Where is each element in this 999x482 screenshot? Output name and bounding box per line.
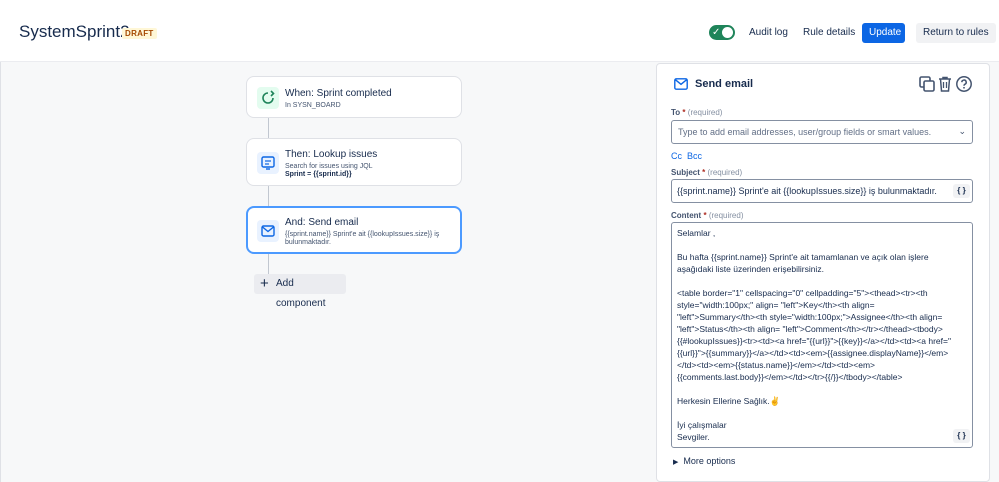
content-line: "left">Status</th><th align= "left">Comm…: [677, 324, 943, 334]
content-line: "left">Summary</th><th style="width:100p…: [677, 312, 943, 322]
content-line: <table border="1" cellspacing="0" cellpa…: [677, 288, 928, 298]
content-line: {{#lookupIssues}}<tr><td><a href="{{url}…: [677, 336, 951, 346]
content-body: Selamlar , Bu hafta {{sprint.name}} Sprin…: [677, 227, 953, 443]
node-subtitle: In SYSN_BOARD: [285, 102, 341, 109]
email-icon: [674, 78, 688, 90]
content-blank-line: [677, 239, 953, 251]
node-title: And: Send email: [285, 217, 359, 228]
connector-line: [268, 186, 269, 206]
cc-link[interactable]: Cc: [671, 151, 682, 161]
content-line: Herkesin Ellerine Sağlık.✌️: [677, 396, 781, 406]
content-blank-line: [677, 407, 953, 419]
toggle-knob: [722, 27, 733, 38]
content-label: Content * (required): [671, 211, 744, 220]
node-title: When: Sprint completed: [285, 88, 392, 99]
node-subtitle-2: bulunmaktadır.: [285, 239, 331, 246]
content-line: İyi çalışmalar: [677, 420, 727, 430]
rule-enabled-toggle[interactable]: ✓: [709, 25, 735, 40]
smart-values-button[interactable]: { }: [953, 429, 970, 443]
bcc-link[interactable]: Bcc: [687, 151, 702, 161]
content-line: Selamlar ,: [677, 228, 716, 238]
subject-field[interactable]: {{sprint.name}} Sprint'e ait {{lookupIss…: [671, 179, 973, 203]
content-blank-line: [677, 383, 953, 395]
chevron-down-icon[interactable]: ⌄: [958, 126, 966, 137]
lookup-issues-node[interactable]: Then: Lookup issues Search for issues us…: [246, 138, 462, 186]
audit-log-button[interactable]: Audit log: [742, 23, 795, 43]
duplicate-icon[interactable]: [918, 75, 936, 93]
content-line: {{url}}">{{summary}}</a></td><td><em>{{a…: [677, 348, 949, 358]
content-field[interactable]: Selamlar , Bu hafta {{sprint.name}} Sprin…: [671, 222, 973, 448]
content-line: {{comments.last.body}}</em></td></tr>{{/…: [677, 372, 903, 382]
email-icon: [257, 220, 279, 242]
to-field[interactable]: Type to add email addresses, user/group …: [671, 120, 973, 144]
rule-canvas: When: Sprint completed In SYSN_BOARD The…: [0, 62, 645, 482]
header: SystemSprint2 DRAFT ✓ Audit log Rule det…: [0, 0, 999, 62]
chevron-right-icon: ▶: [673, 459, 679, 466]
to-label: To * (required): [671, 108, 723, 117]
content-line: style="width:100px;" align= "left">Key</…: [677, 300, 875, 310]
node-title: Then: Lookup issues: [285, 149, 378, 160]
rule-title: SystemSprint2: [19, 22, 130, 41]
to-placeholder: Type to add email addresses, user/group …: [678, 127, 932, 137]
update-button[interactable]: Update: [862, 23, 905, 43]
add-component-label: Add component: [276, 278, 326, 309]
content-blank-line: [677, 275, 953, 287]
connector-line: [268, 254, 269, 274]
return-to-rules-button[interactable]: Return to rules: [916, 23, 996, 43]
trash-icon[interactable]: [936, 75, 954, 93]
node-jql: Sprint = {{sprint.id}}: [285, 171, 352, 178]
cc-bcc: Cc Bcc: [671, 151, 707, 161]
plus-icon: +: [260, 275, 269, 292]
trigger-icon: [257, 87, 279, 109]
add-component-button[interactable]: + Add component: [254, 274, 346, 309]
check-icon: ✓: [712, 27, 721, 38]
trigger-node[interactable]: When: Sprint completed In SYSN_BOARD: [246, 76, 462, 118]
send-email-node[interactable]: And: Send email {{sprint.name}} Sprint'e…: [246, 206, 462, 254]
content-line: Bu hafta {{sprint.name}} Sprint'e ait ta…: [677, 252, 929, 262]
rule-details-button[interactable]: Rule details: [796, 23, 862, 43]
draft-badge: DRAFT: [122, 28, 157, 39]
content-line: Sevgiler.: [677, 432, 710, 442]
more-options-toggle[interactable]: ▶ More options: [673, 456, 735, 466]
content-line: </td><td><em>{{status.name}}</em></td><t…: [677, 360, 876, 370]
subject-label: Subject * (required): [671, 168, 743, 177]
smart-values-button[interactable]: { }: [953, 184, 970, 198]
lookup-icon: [257, 152, 279, 174]
more-options-label: More options: [683, 456, 736, 466]
connector-line: [268, 118, 269, 138]
content-line: aşağıdaki liste üzerinden erişebilirsini…: [677, 264, 824, 274]
subject-value: {{sprint.name}} Sprint'e ait {{lookupIss…: [677, 186, 937, 196]
help-icon[interactable]: [955, 75, 973, 93]
send-email-panel: Send email To * (required) Type to add e…: [656, 63, 990, 482]
panel-title: Send email: [695, 78, 754, 90]
